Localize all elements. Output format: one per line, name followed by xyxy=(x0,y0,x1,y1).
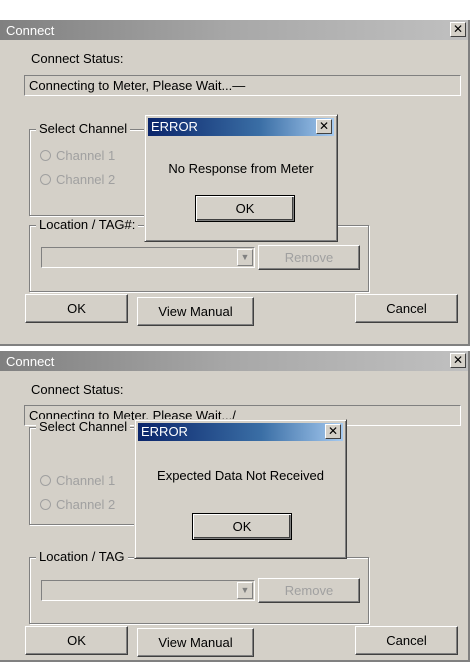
close-icon[interactable]: ✕ xyxy=(450,353,466,368)
remove-button[interactable]: Remove xyxy=(258,578,360,603)
channel-2-label: Channel 2 xyxy=(56,497,116,512)
error-ok-button[interactable]: OK xyxy=(195,195,295,222)
channel-1-label: Channel 1 xyxy=(56,148,116,163)
chevron-down-icon[interactable]: ▼ xyxy=(237,249,253,266)
channel-2-label: Channel 2 xyxy=(56,172,116,187)
channel-1-label: Channel 1 xyxy=(56,473,116,488)
error-dialog: ERROR ✕ Expected Data Not Received OK xyxy=(134,419,347,559)
error-dialog: ERROR ✕ No Response from Meter OK xyxy=(144,114,338,242)
channel-1-radio[interactable]: Channel 1 xyxy=(40,148,115,163)
radio-icon xyxy=(40,499,51,510)
error-message: No Response from Meter xyxy=(168,161,314,176)
cancel-button[interactable]: Cancel xyxy=(355,294,458,323)
remove-button[interactable]: Remove xyxy=(258,245,360,270)
error-dialog-titlebar: ERROR ✕ xyxy=(148,118,334,136)
location-group: Location / TAG ▼ Remove xyxy=(29,549,369,624)
location-combobox[interactable]: ▼ xyxy=(41,580,255,601)
close-icon[interactable]: ✕ xyxy=(316,119,332,134)
connect-status-field: Connecting to Meter, Please Wait...— xyxy=(24,75,461,96)
close-icon[interactable]: ✕ xyxy=(450,22,466,37)
cancel-button[interactable]: Cancel xyxy=(355,626,458,655)
view-manual-button[interactable]: View Manual xyxy=(137,297,254,326)
radio-icon xyxy=(40,475,51,486)
select-channel-label: Select Channel xyxy=(36,419,131,434)
ok-button[interactable]: OK xyxy=(25,626,128,655)
location-label: Location / TAG#: xyxy=(36,217,139,232)
connect-window: Connect ✕ Connect Status: Connecting to … xyxy=(0,351,470,662)
location-combobox[interactable]: ▼ xyxy=(41,247,255,268)
channel-1-radio[interactable]: Channel 1 xyxy=(40,473,115,488)
chevron-down-icon[interactable]: ▼ xyxy=(237,582,253,599)
channel-2-radio[interactable]: Channel 2 xyxy=(40,172,115,187)
close-icon[interactable]: ✕ xyxy=(325,424,341,439)
connect-status-label: Connect Status: xyxy=(31,382,124,397)
error-message: Expected Data Not Received xyxy=(157,468,324,483)
error-dialog-titlebar: ERROR ✕ xyxy=(138,423,343,441)
ok-button[interactable]: OK xyxy=(25,294,128,323)
title-bar: Connect ✕ xyxy=(0,20,468,40)
window-title: Connect xyxy=(6,23,55,38)
error-ok-button[interactable]: OK xyxy=(192,513,292,540)
select-channel-group: Select Channel Channel 1 Channel 2 xyxy=(29,121,151,216)
radio-icon xyxy=(40,174,51,185)
view-manual-button[interactable]: View Manual xyxy=(137,628,254,657)
window-title: Connect xyxy=(6,354,55,369)
connect-window: Connect ✕ Connect Status: Connecting to … xyxy=(0,20,470,346)
radio-icon xyxy=(40,150,51,161)
select-channel-label: Select Channel xyxy=(36,121,131,136)
connect-status-label: Connect Status: xyxy=(31,51,124,66)
location-label: Location / TAG xyxy=(36,549,128,564)
error-dialog-title: ERROR xyxy=(151,119,198,134)
channel-2-radio[interactable]: Channel 2 xyxy=(40,497,115,512)
error-dialog-title: ERROR xyxy=(141,424,188,439)
select-channel-group: Select Channel Channel 1 Channel 2 xyxy=(29,419,151,525)
title-bar: Connect ✕ xyxy=(0,351,468,371)
